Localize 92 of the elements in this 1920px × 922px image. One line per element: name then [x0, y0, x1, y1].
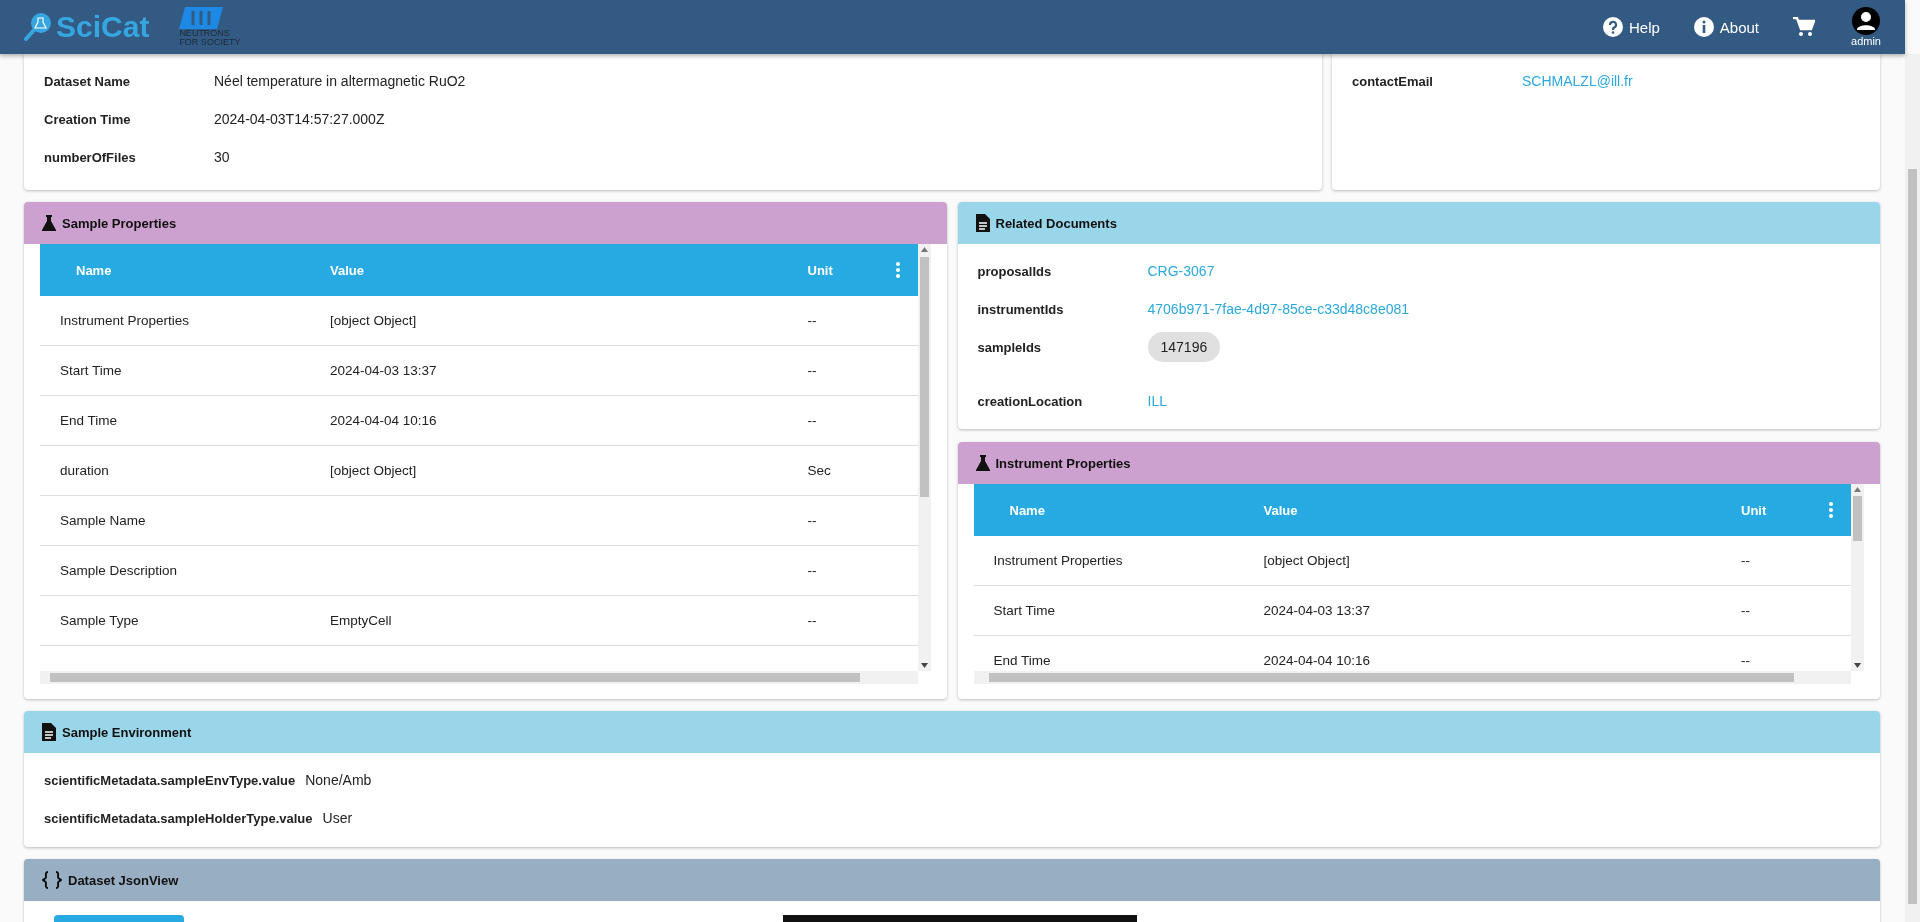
panel-title: Related Documents	[995, 215, 1117, 231]
table-cell-text: Start Time	[59, 363, 123, 378]
panel-title: Sample Environment	[62, 724, 192, 740]
table-cell-text: [object Object]	[330, 313, 418, 328]
more-icon[interactable]	[895, 262, 900, 278]
table-cell-text: --	[1741, 603, 1751, 618]
table-cell-text: 2024-04-03 13:37	[1263, 603, 1372, 618]
more-icon[interactable]	[1829, 502, 1833, 518]
field-label: Creation Time	[44, 111, 132, 127]
field-value: User	[322, 810, 353, 826]
about-nav-button[interactable]: About	[1693, 17, 1760, 37]
scroll-down-icon[interactable]	[1854, 663, 1861, 668]
help-icon	[1602, 17, 1623, 37]
scrollbar-thumb[interactable]	[50, 673, 860, 682]
table-cell-text: Sample Description	[59, 563, 179, 578]
document-icon	[975, 214, 990, 232]
avatar-icon[interactable]	[1852, 7, 1880, 35]
scrollbar-thumb[interactable]	[988, 673, 1794, 682]
table-cell-text: Sec	[807, 463, 832, 478]
table-cell-text: End Time	[59, 413, 119, 428]
table-cell-text: EmptyCell	[330, 613, 393, 628]
horizontal-scrollbar[interactable]	[973, 671, 1851, 684]
column-header: Value	[1263, 502, 1299, 518]
field-link[interactable]: ILL	[1147, 393, 1167, 409]
field-value: 30	[214, 149, 230, 165]
field-value: None/Amb	[305, 772, 372, 788]
table-cell-text: --	[807, 513, 818, 528]
table-cell-text: Instrument Properties	[59, 313, 191, 328]
column-header: Unit	[1741, 502, 1768, 518]
column-header: Value	[330, 262, 365, 278]
vertical-scrollbar[interactable]	[917, 244, 931, 671]
field-label: contactEmail	[1352, 73, 1434, 89]
field-label: sampleIds	[977, 339, 1043, 355]
sample-id-chip[interactable]: 147196	[1147, 332, 1221, 362]
table-cell-text: --	[807, 613, 818, 628]
scrollbar-thumb[interactable]	[919, 257, 929, 497]
table-cell-text: --	[1741, 653, 1751, 668]
panel-title: Instrument Properties	[995, 455, 1131, 471]
column-header: Name	[1008, 502, 1046, 518]
help-nav-button[interactable]: Help	[1602, 17, 1660, 37]
field-label: creationLocation	[977, 393, 1084, 409]
org-tagline: NEUTRONS FOR SOCIETY	[179, 28, 242, 48]
table-cell-text: --	[807, 563, 818, 578]
cart-nav-button[interactable]	[1793, 17, 1816, 37]
document-icon	[42, 723, 56, 741]
org-logo-icon	[179, 6, 224, 29]
flask-icon	[975, 455, 990, 471]
field-label: scientificMetadata.sampleHolderType.value	[44, 810, 313, 826]
table-cell-text: --	[807, 413, 818, 428]
table-cell-text: Start Time	[992, 603, 1056, 618]
scroll-up-icon[interactable]	[1854, 487, 1861, 492]
field-label: scientificMetadata.sampleEnvType.value	[44, 772, 296, 788]
field-value: 2024-04-03T14:57:27.000Z	[214, 111, 385, 127]
column-header: Unit	[807, 262, 834, 278]
panel-title: Dataset JsonView	[68, 872, 179, 888]
user-name: admin	[1851, 35, 1881, 47]
field-label: proposalIds	[977, 263, 1053, 279]
field-link[interactable]: CRG-3067	[1147, 263, 1215, 279]
field-label: Dataset Name	[44, 73, 131, 89]
vertical-scrollbar[interactable]	[1851, 484, 1864, 671]
field-link[interactable]: 4706b971-7fae-4d97-85ce-c33d48c8e081	[1147, 301, 1410, 317]
scrollbar-thumb[interactable]	[1908, 169, 1917, 904]
table-cell-text: --	[807, 313, 818, 328]
table-cell-text: duration	[59, 463, 110, 478]
table-cell-text: [object Object]	[330, 463, 418, 478]
brand-name: SciCat	[56, 10, 150, 44]
table-cell-text: --	[1741, 553, 1751, 568]
panel-title: Sample Properties	[62, 215, 177, 231]
table-cell-text: 2024-04-04 10:16	[1263, 653, 1372, 668]
field-link[interactable]: SCHMALZL@ill.fr	[1522, 73, 1633, 89]
info-icon	[1693, 17, 1714, 37]
table-cell-text: --	[807, 363, 818, 378]
scroll-up-icon[interactable]	[920, 247, 928, 252]
scroll-down-icon[interactable]	[920, 663, 928, 668]
field-label: instrumentIds	[977, 301, 1065, 317]
braces-icon	[42, 871, 62, 889]
table-cell-text: 2024-04-04 10:16	[330, 413, 438, 428]
field-value: Néel temperature in altermagnetic RuO2	[214, 73, 466, 89]
scrollbar-thumb[interactable]	[1853, 496, 1862, 541]
magnifier-logo-icon	[24, 12, 52, 42]
cart-icon	[1793, 17, 1816, 37]
table-cell-text: 2024-04-03 13:37	[330, 363, 438, 378]
table-cell-text: Sample Type	[59, 613, 140, 628]
table-cell-text: Instrument Properties	[992, 553, 1124, 568]
column-header: Name	[75, 262, 113, 278]
horizontal-scrollbar[interactable]	[40, 671, 918, 684]
table-cell-text: End Time	[992, 653, 1052, 668]
table-cell-text: [object Object]	[1263, 553, 1351, 568]
flask-icon	[42, 215, 56, 231]
field-label: numberOfFiles	[44, 149, 137, 165]
page-scrollbar[interactable]	[1905, 54, 1920, 922]
table-cell-text: Sample Name	[59, 513, 147, 528]
